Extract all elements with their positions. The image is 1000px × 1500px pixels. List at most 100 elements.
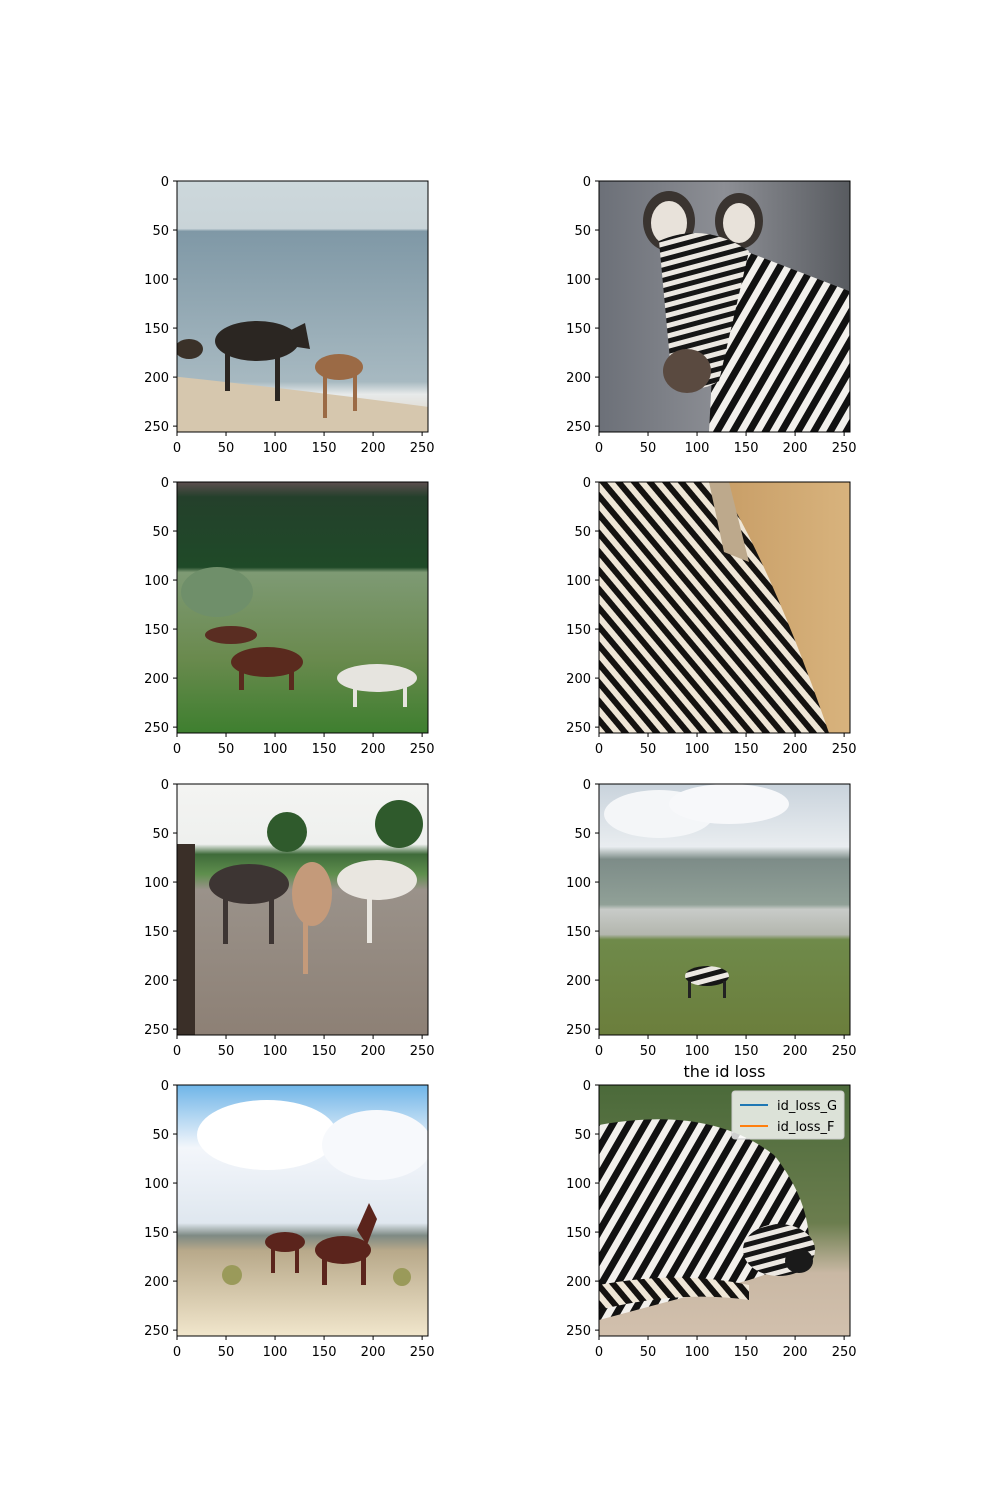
x-tick-label: 250 (410, 742, 435, 757)
y-tick-label: 200 (144, 371, 169, 386)
x-tick-label: 200 (361, 441, 386, 456)
x-tick-label: 150 (312, 742, 337, 757)
y-tick-label: 0 (161, 476, 169, 491)
x-tick-label: 250 (832, 1345, 857, 1360)
y-tick-label: 100 (144, 876, 169, 891)
y-tick-label: 100 (144, 273, 169, 288)
panel-image-horses-meadow (177, 482, 428, 733)
x-tick-label: 0 (173, 1044, 181, 1059)
y-tick-label: 200 (144, 1275, 169, 1290)
x-tick-label: 150 (734, 441, 759, 456)
y-tick-label: 250 (144, 420, 169, 435)
y-tick-label: 250 (566, 721, 591, 736)
y-tick-label: 0 (583, 175, 591, 190)
y-tick-label: 200 (566, 371, 591, 386)
y-tick-label: 150 (144, 1226, 169, 1241)
y-tick-label: 150 (566, 1226, 591, 1241)
y-tick-label: 50 (574, 827, 591, 842)
x-tick-label: 50 (640, 742, 657, 757)
y-tick-label: 0 (583, 476, 591, 491)
y-tick-label: 0 (583, 778, 591, 793)
panel-r2c1: 0 50 100 150 200 250 0 50 100 150 200 250 (566, 778, 856, 1059)
x-tick-label: 150 (312, 441, 337, 456)
legend: id_loss_G id_loss_F (731, 1090, 845, 1140)
y-tick-label: 0 (161, 778, 169, 793)
x-tick-label: 0 (595, 1345, 603, 1360)
panel-r3c1: 0 50 100 150 200 250 0 50 100 150 200 250 the id los… (566, 1062, 856, 1360)
x-tick-label: 0 (173, 1345, 181, 1360)
x-tick-label: 50 (640, 1345, 657, 1360)
x-tick-label: 200 (783, 742, 808, 757)
y-tick-label: 150 (566, 322, 591, 337)
x-tick-label: 100 (263, 1044, 288, 1059)
panel-image-zebra-neck-closeup (599, 482, 850, 733)
x-tick-label: 50 (218, 742, 235, 757)
x-tick-label: 200 (361, 1044, 386, 1059)
panel-image-horses-beach (177, 181, 428, 432)
y-tick-label: 150 (566, 623, 591, 638)
x-tick-label: 0 (595, 1044, 603, 1059)
y-tick-label: 150 (144, 925, 169, 940)
y-tick-label: 50 (152, 224, 169, 239)
panel-image-zebra-face (599, 181, 850, 432)
x-tick-label: 100 (685, 1345, 710, 1360)
y-tick-label: 150 (566, 925, 591, 940)
y-tick-label: 50 (152, 1128, 169, 1143)
y-tick-label: 50 (574, 525, 591, 540)
y-tick-label: 50 (152, 827, 169, 842)
x-tick-label: 200 (783, 1345, 808, 1360)
panel-r2c0: 0 50 100 150 200 250 0 50 100 150 200 250 (144, 778, 434, 1059)
x-tick-label: 150 (312, 1044, 337, 1059)
x-tick-label: 0 (595, 742, 603, 757)
x-tick-label: 50 (218, 1345, 235, 1360)
y-tick-label: 50 (574, 1128, 591, 1143)
y-tick-label: 150 (144, 623, 169, 638)
panel-image-horses-desert (177, 1085, 428, 1336)
x-tick-label: 0 (173, 742, 181, 757)
x-tick-label: 100 (263, 1345, 288, 1360)
y-tick-label: 200 (566, 672, 591, 687)
y-tick-label: 250 (144, 721, 169, 736)
y-tick-label: 250 (144, 1324, 169, 1339)
figure: 0 50 100 150 200 250 0 50 100 150 200 250 0 50 100 150 2… (144, 175, 857, 1360)
panel-image-horses-paddock (177, 784, 428, 1035)
y-tick-label: 100 (566, 876, 591, 891)
y-tick-label: 50 (152, 525, 169, 540)
x-tick-label: 150 (734, 742, 759, 757)
x-tick-label: 150 (312, 1345, 337, 1360)
x-tick-label: 200 (783, 441, 808, 456)
panel-r1c1: 0 50 100 150 200 250 0 50 100 150 200 250 (566, 476, 856, 757)
y-tick-label: 50 (574, 224, 591, 239)
y-tick-label: 200 (566, 974, 591, 989)
panel-title: the id loss (684, 1062, 766, 1081)
y-tick-label: 100 (144, 1177, 169, 1192)
x-tick-label: 250 (410, 441, 435, 456)
y-tick-label: 150 (144, 322, 169, 337)
panel-r3c0: 0 50 100 150 200 250 0 50 100 150 200 250 (144, 1079, 434, 1360)
x-tick-label: 150 (734, 1345, 759, 1360)
y-tick-label: 200 (566, 1275, 591, 1290)
x-tick-label: 200 (361, 742, 386, 757)
y-tick-label: 0 (583, 1079, 591, 1094)
x-tick-label: 50 (640, 441, 657, 456)
y-tick-label: 250 (566, 1023, 591, 1038)
x-tick-label: 250 (832, 742, 857, 757)
x-tick-label: 0 (173, 441, 181, 456)
y-tick-label: 250 (566, 1324, 591, 1339)
x-tick-label: 100 (263, 742, 288, 757)
x-tick-label: 50 (218, 1044, 235, 1059)
panel-r1c0: 0 50 100 150 200 250 0 50 100 150 200 250 (144, 476, 434, 757)
x-tick-label: 100 (685, 742, 710, 757)
y-tick-label: 100 (144, 574, 169, 589)
x-tick-label: 250 (832, 441, 857, 456)
x-tick-label: 50 (640, 1044, 657, 1059)
x-tick-label: 100 (685, 441, 710, 456)
x-tick-label: 200 (783, 1044, 808, 1059)
y-tick-label: 0 (161, 1079, 169, 1094)
legend-label-id_loss_G: id_loss_G (777, 1099, 837, 1114)
panel-r0c0: 0 50 100 150 200 250 0 50 100 150 200 250 (144, 175, 434, 456)
y-tick-label: 100 (566, 1177, 591, 1192)
x-tick-label: 200 (361, 1345, 386, 1360)
y-tick-label: 100 (566, 574, 591, 589)
y-tick-label: 200 (144, 974, 169, 989)
